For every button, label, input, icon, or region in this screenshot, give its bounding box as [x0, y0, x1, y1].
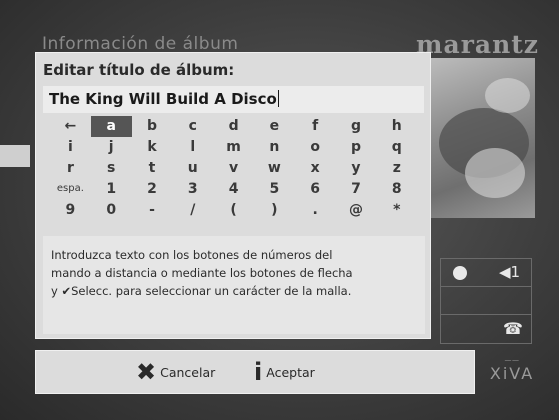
tv-screen: Información de álbum marantz ◀1 ☎ Editar…: [0, 0, 559, 420]
key-char[interactable]: 9: [50, 199, 91, 220]
info-icon: i: [254, 358, 263, 386]
cancel-label: Cancelar: [160, 364, 216, 380]
key-char[interactable]: d: [213, 116, 254, 137]
key-char[interactable]: a: [90, 116, 132, 137]
key-char[interactable]: r: [50, 158, 91, 179]
key-char[interactable]: x: [295, 158, 336, 179]
check-icon: ✔: [61, 284, 72, 298]
key-backspace[interactable]: ←: [50, 116, 91, 137]
key-char[interactable]: i: [50, 137, 91, 158]
key-char[interactable]: l: [172, 137, 213, 158]
background-screen-title: Información de álbum: [42, 34, 239, 54]
edit-album-title-dialog: Editar título de álbum: The King Will Bu…: [35, 52, 431, 339]
key-char[interactable]: k: [132, 137, 173, 158]
key-char[interactable]: q: [376, 137, 417, 158]
key-char[interactable]: m: [213, 137, 254, 158]
key-char[interactable]: 3: [172, 178, 213, 199]
key-char[interactable]: @: [336, 199, 377, 220]
character-grid: ← a b c d e f g h i j k l m n o p q r s t u v w x y z espa. 1 2 3 4 5 6 7 8…: [50, 116, 418, 220]
cancel-button[interactable]: ✖ Cancelar: [136, 358, 216, 386]
dialog-title: Editar título de álbum:: [43, 61, 235, 79]
accept-label: Aceptar: [266, 364, 315, 380]
volume-row: ◀1: [441, 259, 531, 287]
side-status-panel: ◀1 ☎: [440, 258, 532, 344]
key-space[interactable]: espa.: [50, 178, 91, 199]
background-menu-highlight: [0, 145, 30, 167]
key-char[interactable]: p: [336, 137, 377, 158]
key-char[interactable]: 1: [91, 178, 132, 199]
hint-line-2: mando a distancia o mediante los botones…: [51, 266, 353, 280]
key-char[interactable]: /: [172, 199, 213, 220]
key-char[interactable]: 0: [91, 199, 132, 220]
key-char[interactable]: y: [336, 158, 377, 179]
key-char[interactable]: c: [172, 116, 213, 137]
key-char[interactable]: 8: [376, 178, 417, 199]
instructions-text: Introduzca texto con los botones de núme…: [43, 236, 425, 334]
key-char[interactable]: *: [376, 199, 417, 220]
key-char[interactable]: .: [295, 199, 336, 220]
key-char[interactable]: j: [91, 137, 132, 158]
cancel-icon: ✖: [136, 358, 157, 386]
key-char[interactable]: n: [254, 137, 295, 158]
key-char[interactable]: s: [91, 158, 132, 179]
marantz-logo: marantz: [416, 30, 539, 59]
accept-button[interactable]: i Aceptar: [254, 358, 315, 386]
record-dot-icon: [453, 266, 467, 280]
hint-line-3: y ✔Selecc. para seleccionar un carácter …: [51, 284, 352, 298]
hint-line-1: Introduzca texto con los botones de núme…: [51, 248, 333, 262]
key-char[interactable]: o: [295, 137, 336, 158]
key-char[interactable]: g: [336, 116, 377, 137]
key-char[interactable]: (: [213, 199, 254, 220]
key-char[interactable]: f: [295, 116, 336, 137]
album-title-value: The King Will Build A Disco: [49, 90, 277, 108]
phone-row: ☎: [441, 315, 531, 343]
key-char[interactable]: 4: [213, 178, 254, 199]
key-char[interactable]: w: [254, 158, 295, 179]
key-char[interactable]: ): [254, 199, 295, 220]
dialog-button-bar: ✖ Cancelar i Aceptar: [35, 350, 475, 394]
key-char[interactable]: 6: [295, 178, 336, 199]
album-title-input[interactable]: The King Will Build A Disco: [43, 86, 424, 113]
key-char[interactable]: u: [172, 158, 213, 179]
key-char[interactable]: v: [213, 158, 254, 179]
key-char[interactable]: h: [376, 116, 417, 137]
key-char[interactable]: 7: [336, 178, 377, 199]
text-caret: [277, 90, 279, 107]
key-char[interactable]: 2: [132, 178, 173, 199]
album-art: [425, 58, 535, 218]
key-char[interactable]: -: [132, 199, 173, 220]
volume-icon: ◀1: [499, 263, 521, 281]
phone-icon: ☎: [503, 319, 523, 338]
key-char[interactable]: z: [376, 158, 417, 179]
key-char[interactable]: t: [132, 158, 173, 179]
empty-row: [441, 287, 531, 315]
xiva-logo: —— XiVA: [489, 356, 535, 383]
key-char[interactable]: 5: [254, 178, 295, 199]
key-char[interactable]: e: [254, 116, 295, 137]
key-char[interactable]: b: [132, 116, 173, 137]
